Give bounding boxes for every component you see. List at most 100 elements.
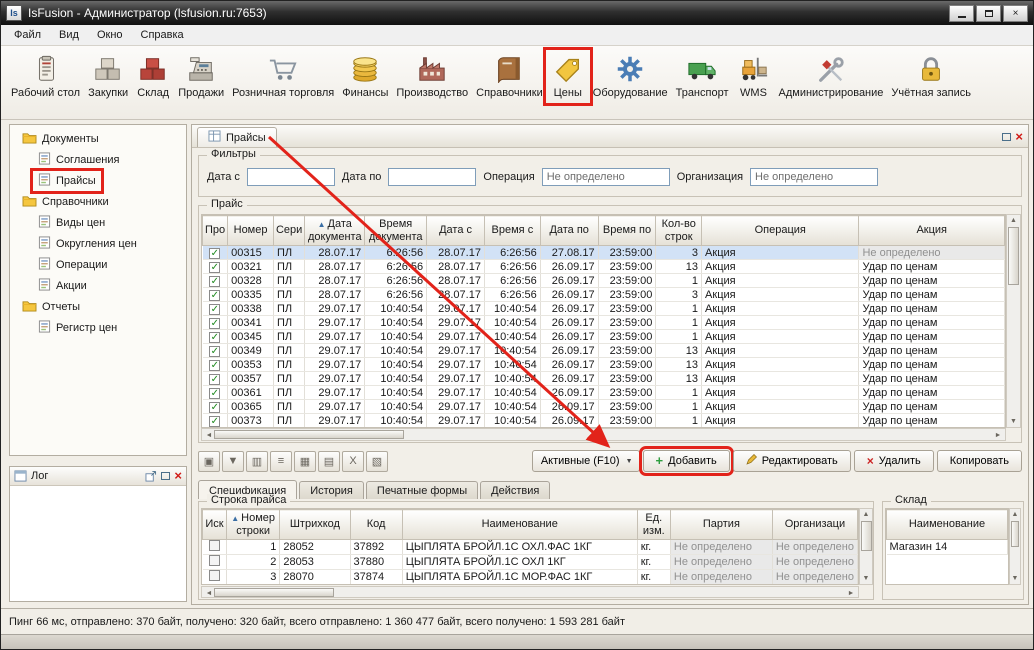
table-row[interactable]: ✓00361ПЛ29.07.1710:40:5429.07.1710:40:54…: [203, 386, 1005, 400]
toolbar-item[interactable]: Финансы: [338, 51, 392, 102]
row-checkbox-cell[interactable]: ✓: [203, 260, 228, 274]
vertical-scrollbar[interactable]: ▲▼: [1006, 214, 1021, 428]
row-checkbox-cell[interactable]: ✓: [203, 358, 228, 372]
sidebar-group[interactable]: Отчеты: [12, 296, 184, 317]
horizontal-scrollbar[interactable]: ◄►: [201, 428, 1006, 441]
sidebar-item[interactable]: Регистр цен: [12, 317, 184, 338]
table-row[interactable]: Магазин 14: [887, 540, 1008, 555]
report-button[interactable]: ▧: [366, 451, 388, 472]
table-row[interactable]: 22805337880ЦЫПЛЯТА БРОЙЛ.1С ОХЛ 1КГкг.Не…: [203, 555, 858, 570]
close-panel-icon[interactable]: ×: [1015, 132, 1023, 142]
scrollbar-thumb[interactable]: [861, 521, 872, 551]
sidebar-item[interactable]: Виды цен: [12, 212, 184, 233]
toolbar-item[interactable]: Оборудование: [589, 51, 672, 102]
column-header[interactable]: Код: [350, 510, 402, 540]
column-header[interactable]: Дата по: [540, 216, 598, 246]
sidebar-group[interactable]: Справочники: [12, 191, 184, 212]
row-checkbox[interactable]: ✓: [209, 360, 220, 371]
table-row[interactable]: ✓00345ПЛ29.07.1710:40:5429.07.1710:40:54…: [203, 330, 1005, 344]
row-checkbox[interactable]: ✓: [209, 276, 220, 287]
date-from-input[interactable]: [247, 168, 335, 186]
scrollbar-thumb[interactable]: [214, 430, 404, 439]
column-header[interactable]: Партия: [670, 510, 772, 540]
scrollbar-thumb[interactable]: [1011, 521, 1019, 547]
column-header[interactable]: ▲Дата документа: [305, 216, 365, 246]
filter-button[interactable]: ▼: [222, 451, 244, 472]
scrollbar-thumb[interactable]: [214, 588, 334, 597]
tab-prices[interactable]: Прайсы: [197, 127, 277, 147]
numbering-button[interactable]: ≡: [270, 451, 292, 472]
table-row[interactable]: 32807037874ЦЫПЛЯТА БРОЙЛ.1С МОР.ФАС 1КГк…: [203, 570, 858, 585]
column-header[interactable]: Ед. изм.: [637, 510, 670, 540]
sidebar-item[interactable]: Соглашения: [12, 149, 184, 170]
row-checkbox-cell[interactable]: [203, 570, 227, 585]
table-row[interactable]: ✓00353ПЛ29.07.1710:40:5429.07.1710:40:54…: [203, 358, 1005, 372]
toolbar-item[interactable]: Учётная запись: [887, 51, 975, 102]
column-header[interactable]: Сери: [273, 216, 304, 246]
sidebar-item[interactable]: Акции: [12, 275, 184, 296]
row-checkbox-cell[interactable]: ✓: [203, 316, 228, 330]
column-header[interactable]: ▲Номер строки: [226, 510, 279, 540]
columns-button[interactable]: ▥: [246, 451, 268, 472]
menu-item[interactable]: Вид: [50, 26, 88, 44]
row-checkbox[interactable]: ✓: [209, 388, 220, 399]
row-checkbox-cell[interactable]: ✓: [203, 246, 228, 260]
detail-tab[interactable]: Печатные формы: [366, 481, 478, 499]
table-row[interactable]: ✓00321ПЛ28.07.176:26:5628.07.176:26:5626…: [203, 260, 1005, 274]
row-checkbox-cell[interactable]: ✓: [203, 330, 228, 344]
vertical-scrollbar[interactable]: ▲▼: [859, 508, 873, 585]
row-checkbox[interactable]: ✓: [209, 262, 220, 273]
toolbar-item[interactable]: Справочники: [472, 51, 547, 102]
detail-tab[interactable]: История: [299, 481, 364, 499]
table-row[interactable]: 12805237892ЦЫПЛЯТА БРОЙЛ.1С ОХЛ.ФАС 1КГк…: [203, 540, 858, 555]
popout-icon[interactable]: [145, 471, 157, 482]
table-row[interactable]: ✓00315ПЛ28.07.176:26:5628.07.176:26:5627…: [203, 246, 1005, 260]
toolbar-item[interactable]: Транспорт: [672, 51, 733, 102]
maximize-button[interactable]: [976, 5, 1001, 22]
table-row[interactable]: ✓00357ПЛ29.07.1710:40:5429.07.1710:40:54…: [203, 372, 1005, 386]
column-header[interactable]: Кол-во строк: [656, 216, 702, 246]
copy-table-button[interactable]: ▣: [198, 451, 220, 472]
toolbar-item[interactable]: Розничная торговля: [228, 51, 338, 102]
table-row[interactable]: ✓00365ПЛ29.07.1710:40:5429.07.1710:40:54…: [203, 400, 1005, 414]
row-checkbox-cell[interactable]: ✓: [203, 344, 228, 358]
row-checkbox[interactable]: ✓: [209, 290, 220, 301]
excel-export-button[interactable]: X: [342, 451, 364, 472]
row-checkbox[interactable]: ✓: [209, 332, 220, 343]
edit-button[interactable]: Редактировать: [733, 450, 851, 472]
row-checkbox[interactable]: [209, 555, 220, 566]
toolbar-item[interactable]: Цены: [547, 51, 589, 102]
toolbar-item[interactable]: Склад: [132, 51, 174, 102]
column-header[interactable]: Время с: [484, 216, 540, 246]
row-checkbox[interactable]: ✓: [209, 318, 220, 329]
row-checkbox-cell[interactable]: ✓: [203, 274, 228, 288]
scrollbar-thumb[interactable]: [1008, 227, 1019, 285]
row-checkbox[interactable]: ✓: [209, 248, 220, 259]
maximize-panel-icon[interactable]: [1002, 133, 1011, 141]
toolbar-item[interactable]: WMS: [733, 51, 775, 102]
close-button[interactable]: ×: [1003, 5, 1028, 22]
row-checkbox[interactable]: [209, 540, 220, 551]
row-checkbox[interactable]: ✓: [209, 402, 220, 413]
copy-button[interactable]: Копировать: [937, 450, 1022, 472]
add-button[interactable]: +Добавить: [643, 450, 730, 472]
column-header[interactable]: Время по: [598, 216, 656, 246]
title-bar[interactable]: Is IsFusion - Администратор (lsfusion.ru…: [1, 1, 1033, 25]
print-button[interactable]: ▤: [318, 451, 340, 472]
row-checkbox-cell[interactable]: [203, 540, 227, 555]
column-header[interactable]: Акция: [859, 216, 1005, 246]
close-panel-icon[interactable]: ×: [174, 471, 182, 481]
toolbar-item[interactable]: Администрирование: [775, 51, 888, 102]
row-checkbox[interactable]: ✓: [209, 346, 220, 357]
sidebar-item[interactable]: Округления цен: [12, 233, 184, 254]
detail-tab[interactable]: Действия: [480, 481, 550, 499]
column-header[interactable]: Номер: [228, 216, 274, 246]
sidebar-group[interactable]: Документы: [12, 128, 184, 149]
row-checkbox[interactable]: [209, 570, 220, 581]
group-button[interactable]: ▦: [294, 451, 316, 472]
date-to-input[interactable]: [388, 168, 476, 186]
operation-value-field[interactable]: Не определено: [542, 168, 670, 186]
column-header[interactable]: Про: [203, 216, 228, 246]
column-header[interactable]: Штрихкод: [280, 510, 350, 540]
row-checkbox-cell[interactable]: ✓: [203, 302, 228, 316]
